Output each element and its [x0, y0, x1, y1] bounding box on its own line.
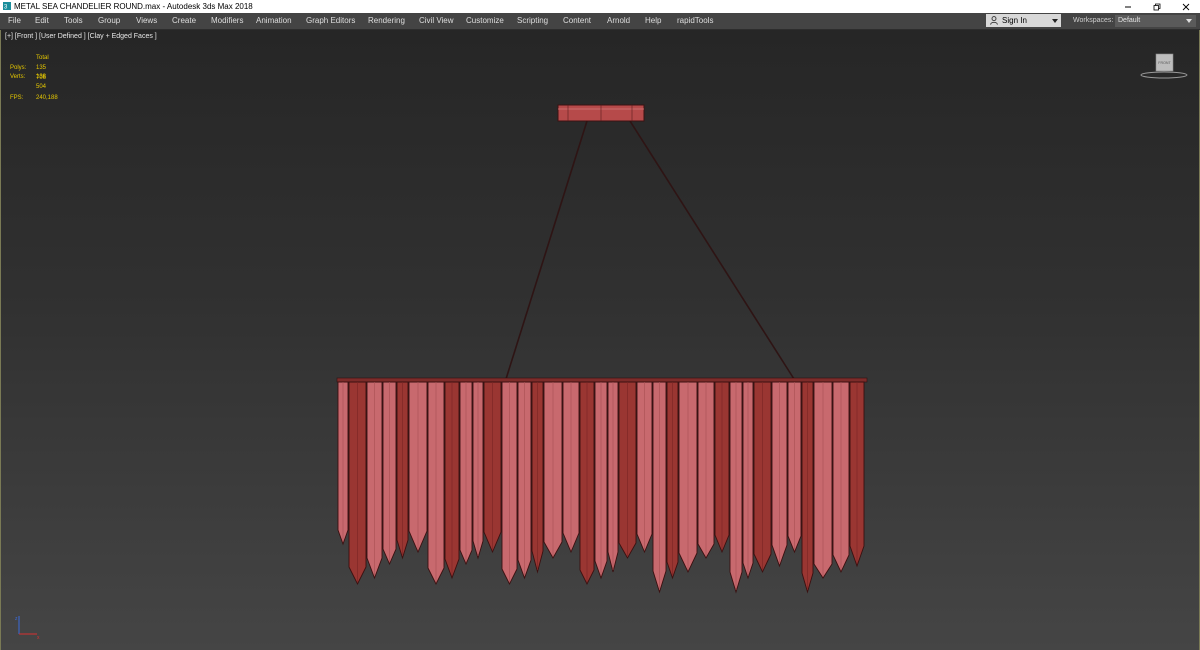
viewport-front[interactable]: [+] [Front ] [User Defined ] [Clay + Edg… — [0, 30, 1200, 650]
restore-icon — [1153, 3, 1161, 10]
workspaces-label: Workspaces: — [1073, 17, 1114, 24]
chevron-down-icon — [1186, 19, 1192, 23]
minimize-icon — [1125, 6, 1131, 7]
menu-group[interactable]: Group — [98, 13, 120, 29]
axis-tripod-icon: z x — [15, 616, 40, 640]
menu-help[interactable]: Help — [645, 13, 661, 29]
minimize-button[interactable] — [1113, 0, 1143, 13]
svg-text:x: x — [37, 635, 40, 640]
sign-in-dropdown[interactable]: Sign In — [986, 14, 1061, 27]
menu-civil-view[interactable]: Civil View — [419, 13, 454, 29]
restore-button[interactable] — [1142, 0, 1172, 13]
menu-animation[interactable]: Animation — [256, 13, 292, 29]
menu-create[interactable]: Create — [172, 13, 196, 29]
menu-edit[interactable]: Edit — [35, 13, 49, 29]
window-title: METAL SEA CHANDELIER ROUND.max - Autodes… — [14, 2, 253, 11]
menu-views[interactable]: Views — [136, 13, 157, 29]
menu-rendering[interactable]: Rendering — [368, 13, 405, 29]
chevron-down-icon — [1052, 19, 1058, 23]
sign-in-label: Sign In — [1002, 16, 1027, 25]
svg-text:z: z — [15, 616, 18, 622]
menu-customize[interactable]: Customize — [466, 13, 504, 29]
chandelier-crystals — [337, 381, 865, 594]
menu-content[interactable]: Content — [563, 13, 591, 29]
close-button[interactable] — [1171, 0, 1200, 13]
title-bar: 3 METAL SEA CHANDELIER ROUND.max - Autod… — [0, 0, 1200, 13]
menu-graph-editors[interactable]: Graph Editors — [306, 13, 355, 29]
menu-modifiers[interactable]: Modifiers — [211, 13, 243, 29]
chandelier-model[interactable] — [1, 30, 1199, 650]
3ds-max-icon: 3 — [3, 2, 11, 10]
menu-rapidtools[interactable]: rapidTools — [677, 13, 713, 29]
menu-file[interactable]: File — [8, 13, 21, 29]
workspace-value: Default — [1118, 17, 1141, 24]
user-icon — [990, 16, 998, 25]
close-icon — [1182, 3, 1190, 10]
menu-scripting[interactable]: Scripting — [517, 13, 548, 29]
menu-bar: File Edit Tools Group Views Create Modifiers An… — [0, 13, 1200, 29]
workspace-select[interactable]: Default — [1115, 15, 1196, 27]
menu-arnold[interactable]: Arnold — [607, 13, 630, 29]
menu-tools[interactable]: Tools — [64, 13, 83, 29]
